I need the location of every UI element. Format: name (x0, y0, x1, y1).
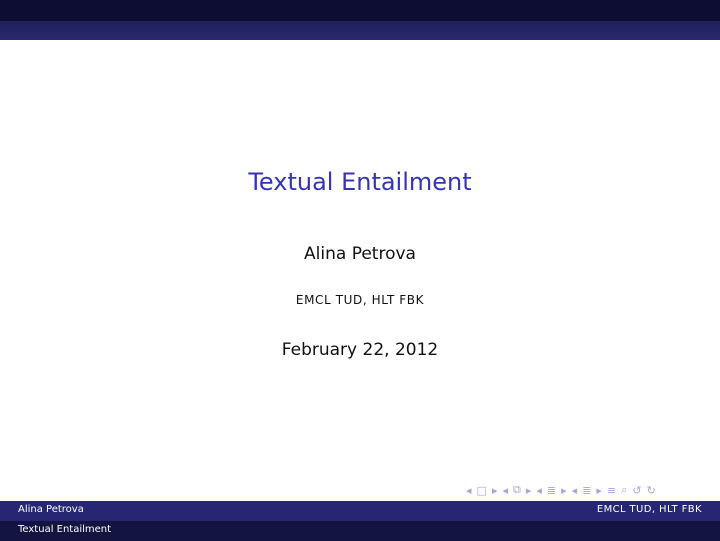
header-bar (0, 0, 720, 21)
undo-icon[interactable]: ↺ (632, 484, 641, 497)
nav-next-icon[interactable]: ▸ (596, 484, 602, 497)
footer-institute: EMCL TUD, HLT FBK (596, 504, 702, 515)
footer-bar-bottom: Textual Entailment (0, 521, 720, 541)
nav-prev-icon[interactable]: ◂ (466, 484, 472, 497)
frame-icon[interactable]: □ (477, 484, 487, 497)
footer-bar-top: Alina Petrova EMCL TUD, HLT FBK (0, 501, 720, 521)
search-icon[interactable]: ⌕ (621, 483, 627, 497)
nav-prev-icon[interactable]: ◂ (502, 484, 508, 497)
nav-next-icon[interactable]: ▸ (492, 484, 498, 497)
nav-next-icon[interactable]: ▸ (561, 484, 567, 497)
header-subbar (0, 21, 720, 40)
footer-short-title: Textual Entailment (18, 524, 112, 535)
nav-prev-icon[interactable]: ◂ (536, 484, 542, 497)
subsection-icon[interactable]: ≣ (582, 484, 591, 497)
beamer-nav-bar: ◂ □ ▸ ◂ ⧉ ▸ ◂ ≣ ▸ ◂ ≣ ▸ ≡ ⌕ ↺ ↻ (466, 482, 656, 498)
slide-institute: EMCL TUD, HLT FBK (295, 293, 425, 307)
nav-prev-icon[interactable]: ◂ (572, 484, 578, 497)
subsection-icon[interactable]: ⧉ (513, 483, 521, 497)
section-icon[interactable]: ≣ (547, 484, 556, 497)
slide-author: Alina Petrova (304, 244, 416, 264)
align-icon[interactable]: ≡ (607, 484, 616, 497)
nav-next-icon[interactable]: ▸ (526, 484, 532, 497)
footer-author: Alina Petrova (18, 504, 84, 515)
redo-icon[interactable]: ↻ (647, 484, 656, 497)
slide-date: February 22, 2012 (281, 340, 439, 360)
slide-title: Textual Entailment (248, 168, 472, 196)
